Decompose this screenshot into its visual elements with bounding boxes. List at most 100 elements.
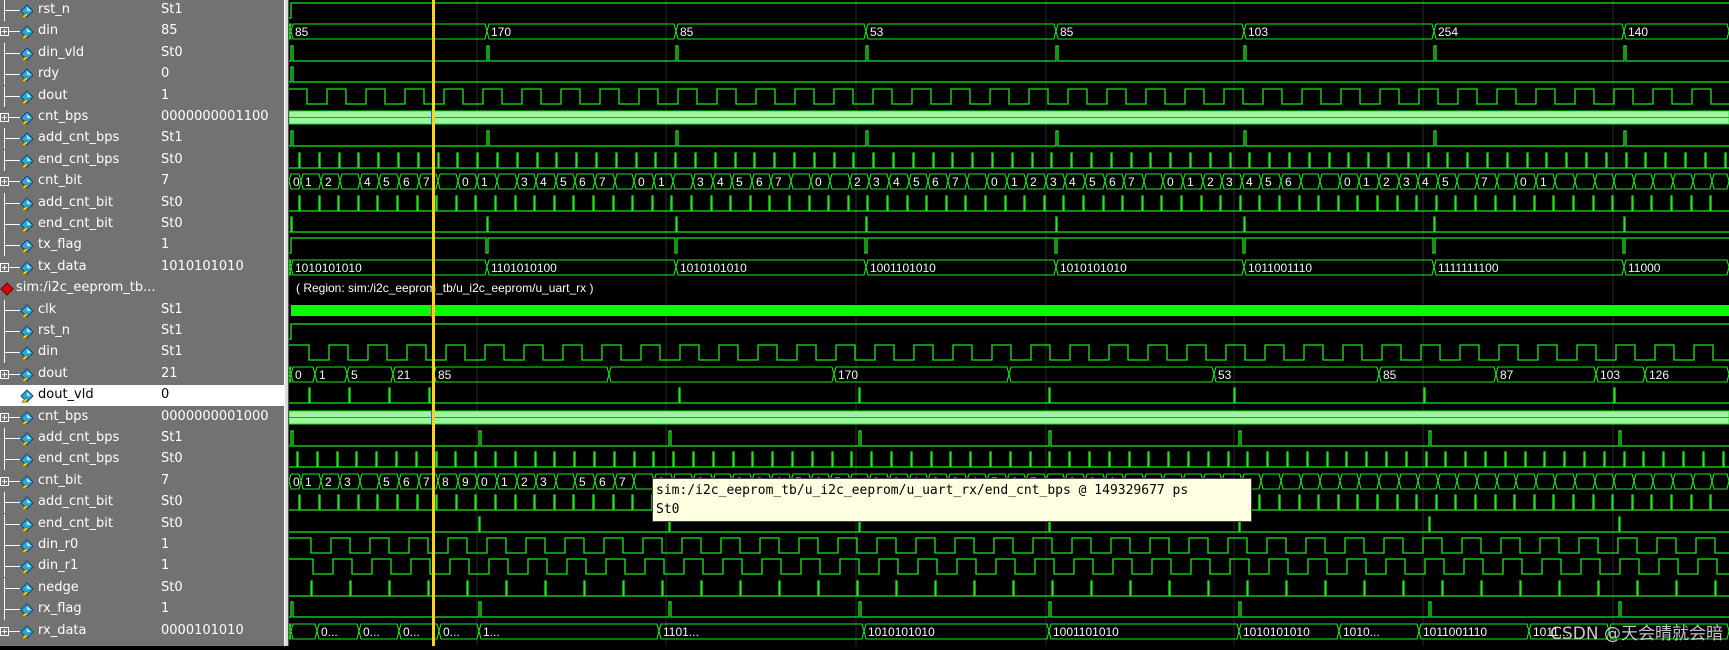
signal-row-cnt_bps[interactable]: cnt_bps — [0, 107, 157, 128]
signal-value-row[interactable]: 1 — [157, 599, 284, 620]
signal-value-row[interactable]: St1 — [157, 342, 284, 363]
bus-segment — [555, 473, 576, 490]
signal-icon — [20, 474, 34, 490]
signal-value-row[interactable]: 7 — [157, 471, 284, 492]
signal-icon — [20, 538, 34, 554]
tree-line — [9, 267, 20, 268]
signal-row-dout[interactable]: dout — [0, 86, 157, 107]
signal-row-din[interactable]: din — [0, 21, 157, 42]
signal-value-row[interactable]: St0 — [157, 193, 284, 214]
bus-value-label: 1011001110 — [1423, 625, 1487, 639]
expand-icon[interactable] — [0, 413, 9, 422]
signal-row-add_cnt_bps[interactable]: add_cnt_bps — [0, 428, 157, 449]
signal-value-row[interactable]: 85 — [157, 21, 284, 42]
bus-segment — [1594, 473, 1615, 490]
signal-value-row[interactable]: 0000000001000 — [157, 407, 284, 428]
signal-row-din_r1[interactable]: din_r1 — [0, 556, 157, 577]
signal-row-add_cnt_bit[interactable]: add_cnt_bit — [0, 492, 157, 513]
signal-value-row[interactable]: 1010101010 — [157, 257, 284, 278]
bus-segment — [437, 173, 459, 190]
signal-row-add_cnt_bit[interactable]: add_cnt_bit — [0, 193, 157, 214]
signal-value-row[interactable]: 7 — [157, 171, 284, 192]
signal-value: 0000000001100 — [161, 109, 269, 124]
signal-value-row[interactable]: 1 — [157, 86, 284, 107]
bus-value-label: 7 — [423, 475, 430, 489]
signal-row-end_cnt_bit[interactable]: end_cnt_bit — [0, 214, 157, 235]
signal-value-row[interactable]: 1 — [157, 556, 284, 577]
signal-row-rx_data[interactable]: rx_data — [0, 621, 157, 642]
signal-icon — [20, 388, 34, 404]
expand-icon[interactable] — [0, 370, 9, 379]
expand-icon[interactable] — [0, 27, 9, 36]
signal-value-row[interactable]: 21 — [157, 364, 284, 385]
signal-value-row[interactable] — [157, 278, 284, 299]
signal-row-din_vld[interactable]: din_vld — [0, 43, 157, 64]
signal-row-din[interactable]: din — [0, 342, 157, 363]
signal-value-row[interactable]: St0 — [157, 43, 284, 64]
signal-row-add_cnt_bps[interactable]: add_cnt_bps — [0, 128, 157, 149]
signal-value: St0 — [161, 45, 183, 60]
signal-row-tx_flag[interactable]: tx_flag — [0, 235, 157, 256]
signal-value-row[interactable]: St1 — [157, 300, 284, 321]
bus-segment — [290, 23, 488, 40]
signal-row-rst_n[interactable]: rst_n — [0, 321, 157, 342]
logic-trace — [289, 237, 1729, 254]
signal-icon — [20, 24, 34, 40]
signal-value-row[interactable]: 1 — [157, 235, 284, 256]
signal-row-end_cnt_bps[interactable]: end_cnt_bps — [0, 449, 157, 470]
expand-icon[interactable] — [0, 627, 9, 636]
expand-icon[interactable] — [0, 177, 9, 186]
bus-segment — [1417, 473, 1439, 490]
bus-value-label: 2 — [1383, 175, 1390, 189]
expand-icon[interactable] — [0, 263, 9, 272]
waveform-pane[interactable]: 85 170 85 53 85 103 254 140 0 1 2 4 5 6 7 0 1 3 4 5 6 7 0 1 3 4 5 6… — [288, 0, 1729, 646]
bus-value-label: 3 — [1226, 175, 1233, 189]
signal-row-end_cnt_bps[interactable]: end_cnt_bps — [0, 150, 157, 171]
signal-row-cnt_bps[interactable]: cnt_bps — [0, 407, 157, 428]
signal-row-rx_flag[interactable]: rx_flag — [0, 599, 157, 620]
signal-row-cnt_bit[interactable]: cnt_bit — [0, 171, 157, 192]
bus-value-label: 5 — [383, 475, 390, 489]
signal-row-cnt_bit[interactable]: cnt_bit — [0, 471, 157, 492]
signal-value-row[interactable]: St1 — [157, 428, 284, 449]
expand-icon[interactable] — [0, 477, 9, 486]
waveform-canvas[interactable]: 85 170 85 53 85 103 254 1400 1 2 4 5 6 7 0 1 3 4 5 6 7 0 1 3 4 5 6… — [288, 0, 1729, 646]
bus-value-label: 0... — [321, 625, 338, 639]
signal-row-nedge[interactable]: nedge — [0, 578, 157, 599]
signal-row-rst_n[interactable]: rst_n — [0, 0, 157, 21]
signal-value-row[interactable]: 0000101010 — [157, 621, 284, 642]
signal-value-row[interactable]: St1 — [157, 128, 284, 149]
signal-value: 1010101010 — [161, 259, 244, 274]
expand-icon[interactable] — [0, 113, 9, 122]
signal-row-dout[interactable]: dout — [0, 364, 157, 385]
signal-row-rdy[interactable]: rdy — [0, 64, 157, 85]
time-cursor[interactable] — [432, 0, 435, 646]
signal-row-tx_data[interactable]: tx_data — [0, 257, 157, 278]
signal-value-row[interactable]: 0000000001100 — [157, 107, 284, 128]
bus-value-label: 0... — [363, 625, 380, 639]
signal-icon — [20, 602, 34, 618]
signal-value-row[interactable]: 0 — [157, 64, 284, 85]
signal-value-row[interactable]: St1 — [157, 321, 284, 342]
signal-value-row[interactable]: St0 — [157, 214, 284, 235]
signal-icon — [20, 517, 34, 533]
bus-value-label: 2 — [1030, 175, 1037, 189]
signal-name: tx_data — [38, 259, 87, 274]
signal-row-din_r0[interactable]: din_r0 — [0, 535, 157, 556]
signal-value-row[interactable]: St0 — [157, 578, 284, 599]
signal-value-row[interactable]: St0 — [157, 514, 284, 535]
signal-value-row[interactable]: 1 — [157, 535, 284, 556]
tree-line — [9, 117, 20, 118]
signal-value-row[interactable]: St0 — [157, 150, 284, 171]
signal-row-sim--i2c_eeprom_tb---[interactable]: sim:/i2c_eeprom_tb... — [0, 278, 157, 299]
signal-value-row[interactable]: St0 — [157, 492, 284, 513]
signal-row-end_cnt_bit[interactable]: end_cnt_bit — [0, 514, 157, 535]
bus-value-label: 1111111100 — [1438, 261, 1499, 275]
bus-value-label: 140 — [1628, 25, 1648, 39]
signal-value-row[interactable]: St1 — [157, 0, 284, 21]
signal-row-clk[interactable]: clk — [0, 300, 157, 321]
signal-value-row[interactable]: St0 — [157, 449, 284, 470]
signal-row-dout_vld[interactable]: dout_vld — [0, 385, 157, 406]
signal-value-row[interactable]: 0 — [157, 385, 284, 406]
signal-icon — [20, 238, 34, 254]
